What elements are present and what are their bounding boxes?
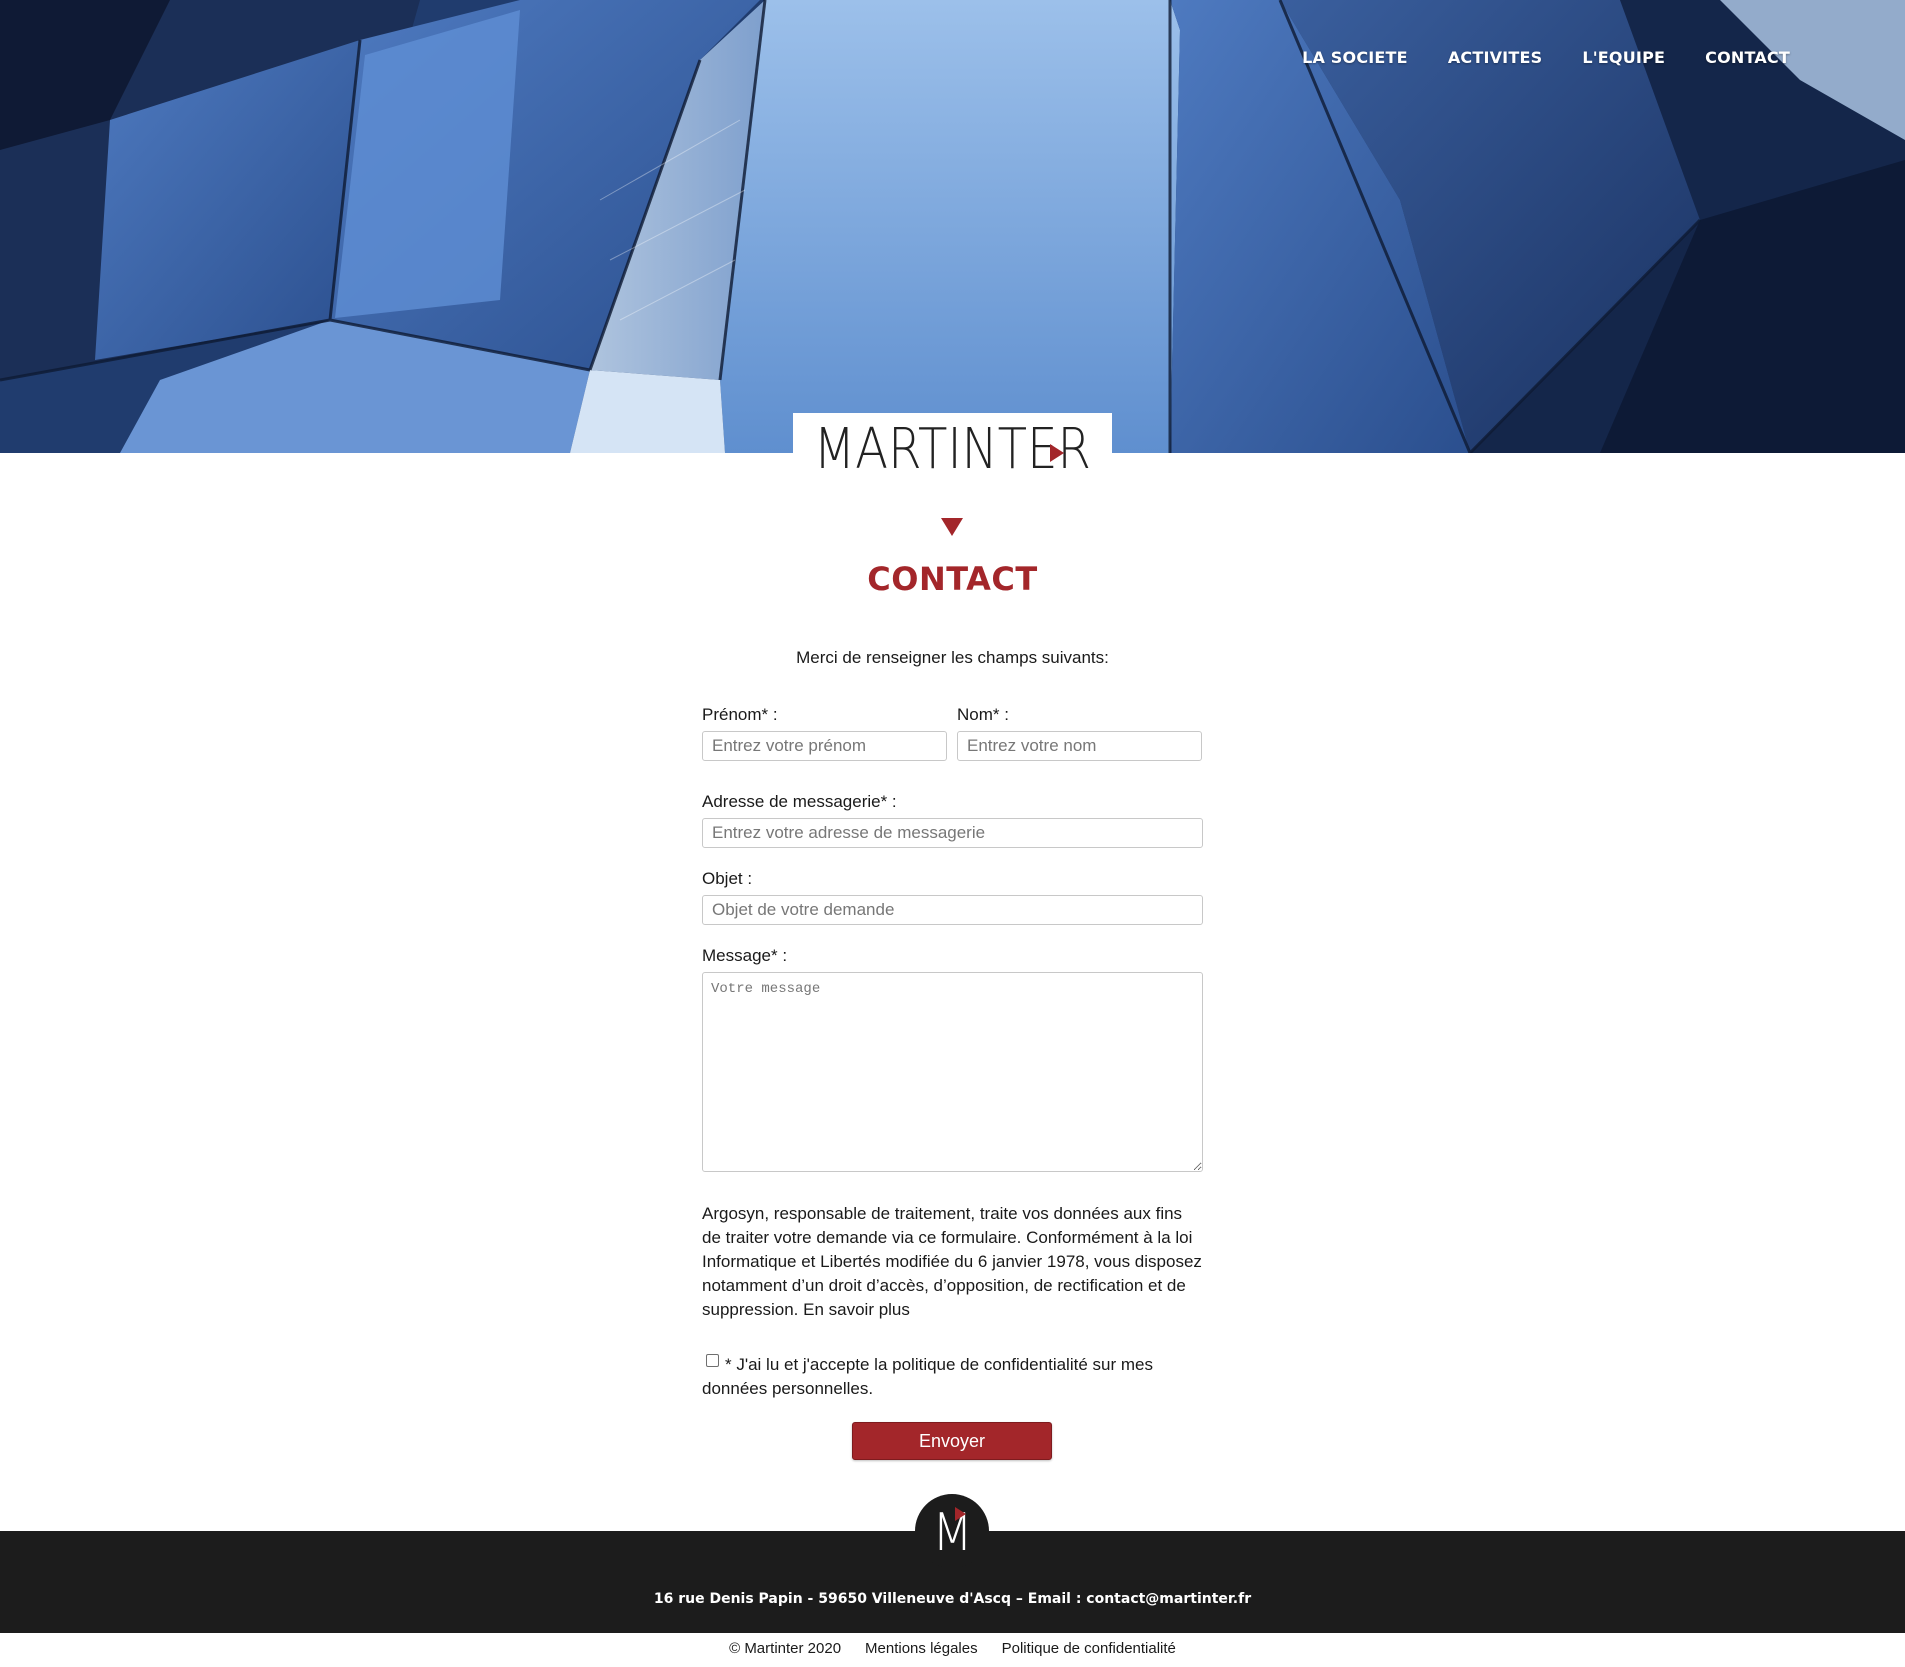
lastname-input[interactable] [957,731,1202,761]
page-title: CONTACT [867,560,1038,598]
consent-label: * J'ai lu et j'accepte la politique de c… [702,1355,1153,1398]
subject-input[interactable] [702,895,1203,925]
site-logo[interactable]: MARTINTER [793,413,1112,485]
main-nav: LA SOCIETE ACTIVITES L'EQUIPE CONTACT [1302,48,1790,67]
privacy-notice: Argosyn, responsable de traitement, trai… [702,1204,1202,1319]
footer-address: 16 rue Denis Papin - 59650 Villeneuve d'… [653,1591,1252,1607]
privacy-policy-link[interactable]: Politique de confidentialité [1002,1640,1176,1657]
nav-item-activites[interactable]: ACTIVITES [1448,48,1543,67]
nav-item-la-societe[interactable]: LA SOCIETE [1302,48,1408,67]
firstname-input[interactable] [702,731,947,761]
logo-triangle-icon [1050,444,1064,462]
name-row: Prénom* : Nom* : [702,705,1203,761]
email-label: Adresse de messagerie* : [702,792,897,811]
message-group: Message* : [702,946,1203,1177]
message-textarea[interactable] [702,972,1203,1172]
copyright-text: © Martinter 2020 [729,1640,842,1657]
hero-architecture-image [0,0,1905,453]
footer-logo-badge: M [915,1494,989,1568]
hero-banner: LA SOCIETE ACTIVITES L'EQUIPE CONTACT [0,0,1905,453]
subject-group: Objet : [702,869,1203,925]
legal-notice-link[interactable]: Mentions légales [865,1640,978,1657]
email-input[interactable] [702,818,1203,848]
footer-logo-letter: M [931,1503,973,1563]
bottom-links: © Martinter 2020 Mentions légales Politi… [0,1640,1905,1657]
lastname-group: Nom* : [957,705,1202,761]
lastname-label: Nom* : [957,705,1009,724]
footer-logo-triangle-icon [955,1507,966,1521]
email-group: Adresse de messagerie* : [702,792,1203,848]
firstname-group: Prénom* : [702,705,947,761]
form-intro-text: Merci de renseigner les champs suivants: [796,648,1109,667]
subject-label: Objet : [702,869,753,888]
nav-item-equipe[interactable]: L'EQUIPE [1582,48,1665,67]
consent-checkbox[interactable] [706,1354,719,1367]
down-arrow-icon [941,518,963,536]
message-label: Message* : [702,946,788,965]
submit-button[interactable]: Envoyer [852,1422,1052,1460]
nav-item-contact[interactable]: CONTACT [1705,48,1790,67]
consent-row: * J'ai lu et j'accepte la politique de c… [702,1353,1203,1401]
firstname-label: Prénom* : [702,705,778,724]
